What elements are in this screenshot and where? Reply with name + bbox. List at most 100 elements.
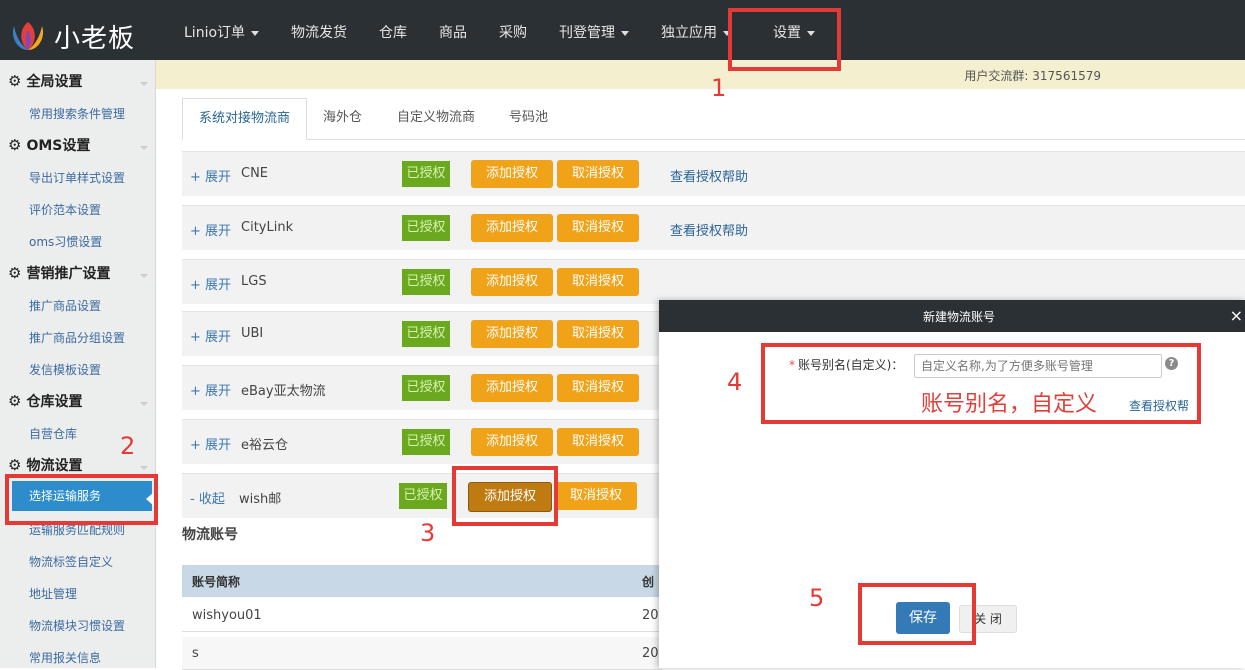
cancel-authorization-button[interactable]: 取消授权	[555, 482, 637, 510]
gear-icon: ⚙	[8, 456, 22, 474]
account-name: wishyou01	[192, 608, 262, 623]
expand-toggle[interactable]: + 展开	[190, 274, 231, 293]
highlight-box-save	[858, 583, 976, 645]
highlight-box-alias	[761, 343, 1201, 424]
authorized-badge: 已授权	[402, 375, 450, 401]
step-number-3: 3	[420, 519, 436, 547]
add-authorization-button[interactable]: 添加授权	[471, 160, 553, 188]
logo-flower-icon	[12, 22, 44, 50]
collapse-icon[interactable]	[140, 402, 148, 406]
carrier-name: e裕云仓	[241, 438, 288, 453]
notice-text: 用户交流群: 317561579	[964, 69, 1101, 83]
sidebar-group-oms[interactable]: ⚙ OMS设置	[8, 135, 90, 155]
authorized-badge: 已授权	[399, 483, 447, 509]
sidebar-item-export-order-style[interactable]: 导出订单样式设置	[29, 169, 125, 186]
gear-icon: ⚙	[8, 136, 22, 154]
step-number-1: 1	[711, 74, 727, 102]
gear-icon: ⚙	[8, 392, 22, 410]
sidebar-item-oms-habits[interactable]: oms习惯设置	[29, 233, 102, 250]
expand-toggle[interactable]: + 展开	[190, 326, 231, 345]
cancel-authorization-button[interactable]: 取消授权	[557, 268, 639, 296]
top-navbar: 小老板 Linio订单 物流发货 仓库 商品 采购 刊登管理 独立应用 设置	[0, 0, 1245, 60]
carrier-row: + 展开 CNE 已授权 添加授权 取消授权 查看授权帮助	[182, 151, 1245, 196]
authorized-badge: 已授权	[402, 161, 450, 187]
sidebar-item-own-warehouse[interactable]: 自营仓库	[29, 425, 77, 442]
table-row[interactable]: s 20	[182, 637, 662, 670]
sidebar-item-message-templates[interactable]: 发信模板设置	[29, 361, 101, 378]
gear-icon: ⚙	[8, 264, 22, 282]
highlight-box-settings	[728, 8, 841, 71]
step-number-5: 5	[809, 584, 825, 612]
close-icon[interactable]: ×	[1230, 306, 1243, 325]
tab-custom-carriers[interactable]: 自定义物流商	[397, 98, 475, 138]
sidebar-item-label-custom[interactable]: 物流标签自定义	[29, 553, 113, 570]
auth-help-link[interactable]: 查看授权帮助	[670, 220, 748, 239]
expand-toggle[interactable]: + 展开	[190, 434, 231, 453]
carrier-name: wish邮	[239, 492, 282, 507]
add-authorization-button[interactable]: 添加授权	[471, 428, 553, 456]
sidebar-item-review-templates[interactable]: 评价范本设置	[29, 201, 101, 218]
expand-toggle[interactable]: + 展开	[190, 220, 231, 239]
sidebar: ⚙ 全局设置 常用搜索条件管理 ⚙ OMS设置 导出订单样式设置 评价范本设置 om…	[0, 60, 156, 668]
cancel-authorization-button[interactable]: 取消授权	[557, 374, 639, 402]
add-authorization-button[interactable]: 添加授权	[471, 268, 553, 296]
nav-warehouse[interactable]: 仓库	[363, 10, 423, 56]
carrier-row: + 展开 LGS 已授权 添加授权 取消授权	[182, 259, 1245, 304]
column-header-name: 账号简称	[192, 575, 241, 589]
collapse-icon[interactable]	[140, 466, 148, 470]
tab-system-carriers[interactable]: 系统对接物流商	[182, 98, 308, 140]
cancel-authorization-button[interactable]: 取消授权	[557, 320, 639, 348]
cancel-authorization-button[interactable]: 取消授权	[557, 428, 639, 456]
highlight-box-sidebar	[5, 474, 158, 525]
carrier-name: CNE	[241, 166, 269, 181]
nav-listing-management[interactable]: 刊登管理	[543, 10, 645, 56]
table-row[interactable]: wishyou01 20	[182, 599, 662, 632]
collapse-icon[interactable]	[140, 274, 148, 278]
expand-toggle[interactable]: + 展开	[190, 166, 231, 185]
nav-logistics-shipping[interactable]: 物流发货	[275, 10, 363, 56]
table-header: 账号简称 创	[182, 565, 662, 597]
account-created: 20	[642, 646, 659, 661]
carrier-name: eBay亚太物流	[241, 384, 326, 399]
collapse-icon[interactable]	[140, 82, 148, 86]
nav-purchasing[interactable]: 采购	[483, 10, 543, 56]
sidebar-item-customs-info[interactable]: 常用报关信息	[29, 649, 101, 666]
collapse-toggle[interactable]: - 收起	[190, 488, 225, 507]
step-number-4: 4	[727, 368, 743, 396]
app-logo[interactable]: 小老板	[8, 16, 158, 56]
cancel-authorization-button[interactable]: 取消授权	[557, 214, 639, 242]
sidebar-item-address[interactable]: 地址管理	[29, 585, 77, 602]
account-created: 20	[642, 608, 659, 623]
add-authorization-button[interactable]: 添加授权	[471, 214, 553, 242]
sidebar-item-logistics-habits[interactable]: 物流模块习惯设置	[29, 617, 125, 634]
expand-toggle[interactable]: + 展开	[190, 380, 231, 399]
add-authorization-button[interactable]: 添加授权	[471, 320, 553, 348]
nav-linio-orders[interactable]: Linio订单	[168, 10, 275, 56]
auth-help-link[interactable]: 查看授权帮助	[670, 166, 748, 185]
modal-title: 新建物流账号	[922, 310, 995, 324]
authorized-badge: 已授权	[402, 215, 450, 241]
sidebar-item-promo-groups[interactable]: 推广商品分组设置	[29, 329, 125, 346]
caret-down-icon	[251, 30, 260, 36]
carrier-name: UBI	[241, 326, 264, 341]
highlight-box-add	[452, 466, 558, 526]
modal-header: 新建物流账号 ×	[659, 300, 1245, 332]
sidebar-group-marketing[interactable]: ⚙ 营销推广设置	[8, 263, 110, 283]
sidebar-group-logistics[interactable]: ⚙ 物流设置	[8, 455, 82, 475]
caret-down-icon	[621, 30, 630, 36]
carrier-name: CityLink	[241, 220, 294, 235]
sidebar-item-promo-products[interactable]: 推广商品设置	[29, 297, 101, 314]
sidebar-group-global[interactable]: ⚙ 全局设置	[8, 71, 82, 91]
logistics-accounts-title: 物流账号	[182, 527, 238, 543]
step-number-2: 2	[120, 432, 136, 460]
nav-products[interactable]: 商品	[423, 10, 483, 56]
authorized-badge: 已授权	[402, 321, 450, 347]
cancel-authorization-button[interactable]: 取消授权	[557, 160, 639, 188]
collapse-icon[interactable]	[140, 146, 148, 150]
sidebar-item-search-conditions[interactable]: 常用搜索条件管理	[29, 105, 125, 122]
add-authorization-button[interactable]: 添加授权	[471, 374, 553, 402]
tab-number-pool[interactable]: 号码池	[509, 98, 548, 138]
tab-overseas-warehouse[interactable]: 海外仓	[323, 98, 362, 138]
authorized-badge: 已授权	[402, 429, 450, 455]
sidebar-group-warehouse[interactable]: ⚙ 仓库设置	[8, 391, 82, 411]
